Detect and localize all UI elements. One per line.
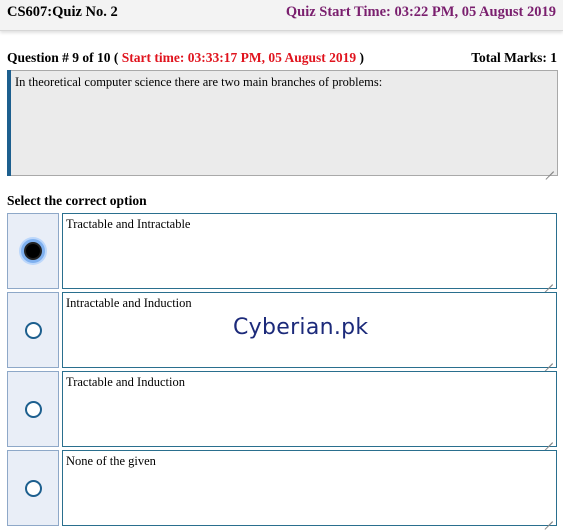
option-label-4: None of the given bbox=[66, 454, 156, 468]
select-option-label: Select the correct option bbox=[7, 193, 147, 208]
quiz-page: CS607:Quiz No. 2 Quiz Start Time: 03:22 … bbox=[0, 0, 563, 532]
option-label-2: Intractable and Induction bbox=[66, 296, 192, 310]
total-marks: Total Marks: 1 bbox=[471, 50, 557, 65]
option-radio-4[interactable] bbox=[25, 480, 42, 497]
option-radio-1[interactable] bbox=[24, 242, 42, 260]
option-radio-cell-2[interactable] bbox=[7, 292, 59, 368]
watermark-text: Cyberian.pk bbox=[233, 315, 369, 340]
option-radio-3[interactable] bbox=[25, 401, 42, 418]
resize-grip-icon[interactable] bbox=[544, 513, 553, 522]
question-number: Question # 9 of 10 ( bbox=[7, 50, 122, 65]
resize-grip-icon[interactable] bbox=[544, 434, 553, 443]
question-start-time: Start time: 03:33:17 PM, 05 August 2019 bbox=[121, 50, 357, 65]
quiz-start-time: Quiz Start Time: 03:22 PM, 05 August 201… bbox=[285, 4, 556, 20]
question-number-suffix: ) bbox=[356, 50, 364, 65]
option-textbox-4[interactable]: None of the given bbox=[62, 450, 557, 526]
option-label-3: Tractable and Induction bbox=[66, 375, 185, 389]
option-radio-cell-4[interactable] bbox=[7, 450, 59, 526]
option-textbox-1[interactable]: Tractable and Intractable bbox=[62, 213, 557, 289]
option-radio-2[interactable] bbox=[25, 322, 42, 339]
quiz-title: CS607:Quiz No. 2 bbox=[7, 4, 118, 20]
option-textbox-3[interactable]: Tractable and Induction bbox=[62, 371, 557, 447]
option-radio-cell-1[interactable] bbox=[7, 213, 59, 289]
question-header: Question # 9 of 10 ( Start time: 03:33:1… bbox=[7, 50, 557, 66]
question-accent-bar bbox=[7, 70, 11, 176]
resize-grip-icon[interactable] bbox=[544, 355, 553, 364]
quiz-header-bar: CS607:Quiz No. 2 Quiz Start Time: 03:22 … bbox=[0, 0, 563, 31]
option-label-1: Tractable and Intractable bbox=[66, 217, 191, 231]
question-textbox: In theoretical computer science there ar… bbox=[7, 70, 558, 176]
resize-grip-icon[interactable] bbox=[544, 276, 553, 285]
option-radio-cell-3[interactable] bbox=[7, 371, 59, 447]
resize-grip-icon[interactable] bbox=[545, 163, 554, 172]
question-text: In theoretical computer science there ar… bbox=[15, 75, 383, 89]
